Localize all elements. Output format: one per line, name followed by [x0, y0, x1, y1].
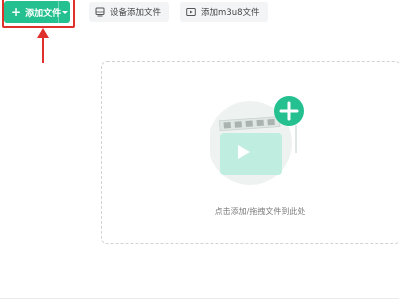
add-m3u8-label: 添加m3u8文件	[201, 8, 260, 18]
device-icon	[95, 7, 105, 17]
annotation-arrow-icon	[37, 28, 49, 63]
device-add-file-label: 设备添加文件	[110, 8, 162, 18]
annotation-highlight-box	[2, 0, 75, 28]
device-add-file-button[interactable]: 设备添加文件	[89, 2, 169, 22]
drop-zone-hint: 点击添加/拖拽文件到此处	[214, 207, 306, 216]
add-m3u8-button[interactable]: 添加m3u8文件	[180, 2, 268, 22]
divider	[0, 298, 399, 299]
app-window: + 添加文件 设备添加文件 添加m3u8文件 点击添加/拖拽文件到此处	[0, 0, 399, 300]
video-icon	[186, 8, 196, 16]
video-add-illustration-icon	[210, 96, 304, 185]
